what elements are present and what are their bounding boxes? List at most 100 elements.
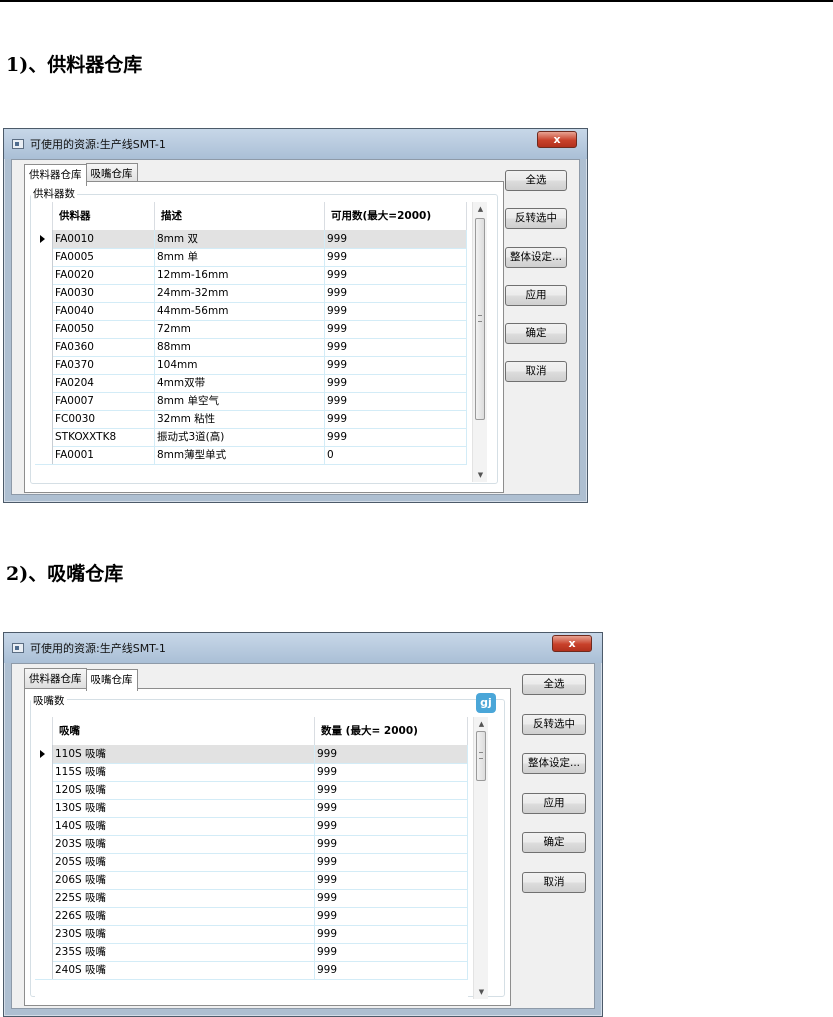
tab-nozzle-warehouse[interactable]: 吸嘴仓库 [85,669,138,691]
column-header-quantity[interactable]: 数量 (最大= 2000) [315,717,468,745]
row-indicator[interactable] [35,817,53,835]
table-row[interactable]: FA0370 104mm 999 [35,356,467,375]
row-indicator[interactable] [35,853,53,871]
cancel-button[interactable]: 取消 [522,872,586,893]
title-bar[interactable]: 可使用的资源:生产线SMT-1 x [4,633,602,663]
vertical-scrollbar[interactable]: ▲ ▼ [473,717,488,999]
table-cell: FA0020 [53,266,155,284]
table-row[interactable]: 140S 吸嘴 999 [35,817,468,836]
table-row[interactable]: 240S 吸嘴 999 [35,961,468,980]
resources-window-feeder: 可使用的资源:生产线SMT-1 x 供料器仓库 吸嘴仓库 供料器数 供料器 描述… [3,128,588,503]
row-indicator[interactable] [35,356,53,374]
table-cell: 999 [315,961,468,979]
close-button[interactable]: x [537,131,577,148]
row-indicator[interactable] [35,230,53,248]
cancel-button[interactable]: 取消 [505,361,567,382]
title-bar[interactable]: 可使用的资源:生产线SMT-1 x [4,129,587,159]
row-indicator[interactable] [35,392,53,410]
scroll-down-arrow-icon[interactable]: ▼ [473,468,488,482]
row-indicator[interactable] [35,446,53,464]
table-row[interactable]: FC0030 32mm 粘性 999 [35,410,467,429]
table-row[interactable]: FA0360 88mm 999 [35,338,467,357]
assistant-badge-icon[interactable]: gj [476,693,496,713]
column-header-available[interactable]: 可用数(最大=2000) [325,202,467,230]
column-header-feeder[interactable]: 供料器 [53,202,155,230]
table-row[interactable]: 110S 吸嘴 999 [35,745,468,764]
row-indicator[interactable] [35,943,53,961]
table-cell: 999 [315,925,468,943]
window-icon [12,643,24,653]
table-row[interactable]: FA0007 8mm 单空气 999 [35,392,467,411]
table-cell: 115S 吸嘴 [53,763,315,781]
feeder-grid[interactable]: 供料器 描述 可用数(最大=2000) FA0010 8mm 双 999 FA0005… [35,202,467,482]
select-all-button[interactable]: 全选 [522,674,586,695]
column-header-description[interactable]: 描述 [155,202,325,230]
tab-feeder-warehouse[interactable]: 供料器仓库 [24,668,87,690]
scroll-up-arrow-icon[interactable]: ▲ [473,202,488,216]
row-indicator[interactable] [35,961,53,979]
table-row[interactable]: 226S 吸嘴 999 [35,907,468,926]
table-row[interactable]: FA0204 4mm双带 999 [35,374,467,393]
row-indicator[interactable] [35,745,53,763]
row-indicator[interactable] [35,338,53,356]
select-all-button[interactable]: 全选 [505,170,567,191]
row-indicator[interactable] [35,284,53,302]
ok-button[interactable]: 确定 [522,832,586,853]
scroll-down-arrow-icon[interactable]: ▼ [474,985,489,999]
tab-feeder-warehouse[interactable]: 供料器仓库 [24,164,87,186]
table-row[interactable]: FA0005 8mm 单 999 [35,248,467,267]
table-row[interactable]: FA0030 24mm-32mm 999 [35,284,467,303]
table-row[interactable]: 203S 吸嘴 999 [35,835,468,854]
vertical-scrollbar[interactable]: ▲ ▼ [472,202,487,482]
table-cell: 140S 吸嘴 [53,817,315,835]
table-cell: STKOXXTK8 [53,428,155,446]
row-indicator[interactable] [35,907,53,925]
window-client: 供料器仓库 吸嘴仓库 供料器数 供料器 描述 可用数(最大=2000) FA00… [11,159,580,495]
row-indicator[interactable] [35,871,53,889]
ok-button[interactable]: 确定 [505,323,567,344]
table-row[interactable]: 235S 吸嘴 999 [35,943,468,962]
row-indicator[interactable] [35,410,53,428]
row-indicator[interactable] [35,889,53,907]
row-indicator[interactable] [35,320,53,338]
row-indicator[interactable] [35,374,53,392]
apply-button[interactable]: 应用 [522,793,586,814]
row-indicator[interactable] [35,781,53,799]
table-cell: 999 [315,907,468,925]
invert-selection-button[interactable]: 反转选中 [522,714,586,735]
table-row[interactable]: 130S 吸嘴 999 [35,799,468,818]
row-indicator[interactable] [35,799,53,817]
row-indicator[interactable] [35,763,53,781]
global-settings-button[interactable]: 整体设定... [522,753,586,774]
table-cell: 999 [325,248,467,266]
table-row[interactable]: 225S 吸嘴 999 [35,889,468,908]
column-header-nozzle[interactable]: 吸嘴 [53,717,315,745]
row-indicator[interactable] [35,428,53,446]
table-row[interactable]: 205S 吸嘴 999 [35,853,468,872]
table-row[interactable]: FA0050 72mm 999 [35,320,467,339]
table-row[interactable]: STKOXXTK8 振动式3道(高) 999 [35,428,467,447]
table-row[interactable]: 230S 吸嘴 999 [35,925,468,944]
scroll-thumb[interactable] [476,731,486,781]
table-row[interactable]: FA0020 12mm-16mm 999 [35,266,467,285]
scroll-up-arrow-icon[interactable]: ▲ [474,717,489,731]
global-settings-button[interactable]: 整体设定... [505,247,567,268]
row-indicator[interactable] [35,302,53,320]
row-indicator[interactable] [35,266,53,284]
table-row[interactable]: 120S 吸嘴 999 [35,781,468,800]
row-indicator[interactable] [35,248,53,266]
row-indicator[interactable] [35,835,53,853]
table-row[interactable]: FA0001 8mm薄型单式 0 [35,446,467,465]
scroll-thumb[interactable] [475,218,485,420]
close-button[interactable]: x [552,635,592,652]
invert-selection-button[interactable]: 反转选中 [505,208,567,229]
nozzle-grid[interactable]: 吸嘴 数量 (最大= 2000) 110S 吸嘴 999 115S 吸嘴 999 120… [35,717,468,999]
table-cell: 999 [325,392,467,410]
table-row[interactable]: FA0040 44mm-56mm 999 [35,302,467,321]
row-indicator[interactable] [35,925,53,943]
table-row[interactable]: 206S 吸嘴 999 [35,871,468,890]
table-cell: 226S 吸嘴 [53,907,315,925]
table-row[interactable]: FA0010 8mm 双 999 [35,230,467,249]
apply-button[interactable]: 应用 [505,285,567,306]
table-row[interactable]: 115S 吸嘴 999 [35,763,468,782]
